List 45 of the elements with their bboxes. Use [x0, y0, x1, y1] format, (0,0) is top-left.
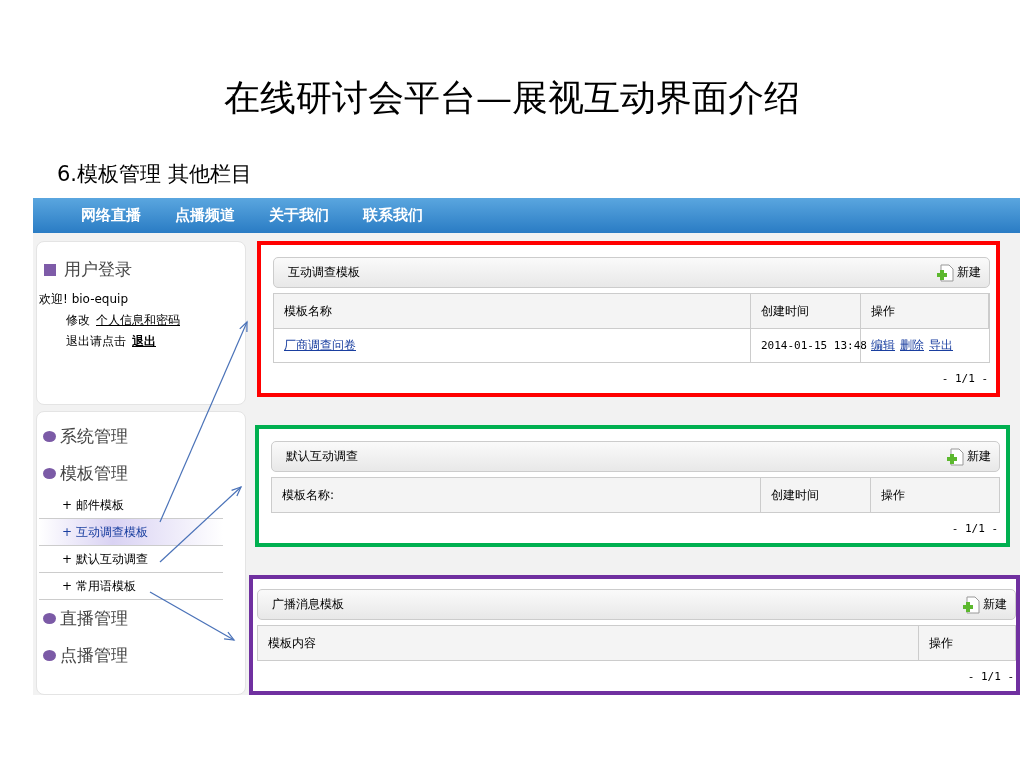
column-header: 创建时间	[761, 478, 871, 512]
column-header: 模板内容	[258, 626, 919, 660]
welcome-text: 欢迎! bio-equip	[39, 291, 129, 308]
profile-link[interactable]: 个人信息和密码	[96, 312, 180, 329]
menu-item[interactable]: + 常用语模板	[39, 573, 223, 600]
menu-group[interactable]: 模板管理	[60, 462, 128, 485]
column-header: 创建时间	[751, 294, 861, 328]
add-document-icon	[946, 447, 964, 466]
panel-title: 默认互动调查	[286, 448, 358, 465]
bullet-icon	[43, 650, 56, 661]
menu-group[interactable]: 点播管理	[60, 644, 128, 667]
column-header: 模板名称	[274, 294, 751, 328]
add-document-icon	[936, 263, 954, 282]
menu-group[interactable]: 系统管理	[60, 425, 128, 448]
login-title: 用户登录	[64, 258, 132, 281]
add-document-icon	[962, 595, 980, 614]
action-link[interactable]: 删除	[900, 337, 924, 354]
menu-group[interactable]: 直播管理	[60, 607, 128, 630]
panel-title: 广播消息模板	[272, 596, 344, 613]
column-header: 操作	[871, 478, 999, 512]
slide-subtitle: 6.模板管理 其他栏目	[57, 161, 252, 188]
logout-label: 退出请点击	[66, 333, 126, 350]
action-link[interactable]: 编辑	[871, 337, 895, 354]
row-link[interactable]: 厂商调查问卷	[284, 337, 356, 354]
column-header: 操作	[861, 294, 989, 328]
menu-item[interactable]: + 默认互动调查	[39, 546, 223, 573]
square-icon	[44, 263, 56, 276]
column-header: 操作	[919, 626, 1015, 660]
date-text: 2014-01-15 13:48	[761, 339, 867, 352]
new-button[interactable]: 新建	[962, 595, 1007, 614]
new-button[interactable]: 新建	[946, 447, 991, 466]
slide-title: 在线研讨会平台—展视互动界面介绍	[223, 76, 801, 120]
column-header: 模板名称:	[272, 478, 761, 512]
logout-link[interactable]: 退出	[132, 333, 156, 350]
bullet-icon	[43, 431, 56, 442]
menu-item[interactable]: + 互动调查模板	[39, 519, 223, 546]
pager-text: - 1/1 -	[951, 521, 998, 535]
pager-text: - 1/1 -	[941, 371, 988, 385]
new-button[interactable]: 新建	[936, 263, 981, 282]
panel-title: 互动调查模板	[288, 264, 360, 281]
action-link[interactable]: 导出	[929, 337, 953, 354]
edit-label: 修改	[66, 312, 90, 329]
pager-text: - 1/1 -	[967, 669, 1014, 683]
bullet-icon	[43, 468, 56, 479]
bullet-icon	[43, 613, 56, 624]
